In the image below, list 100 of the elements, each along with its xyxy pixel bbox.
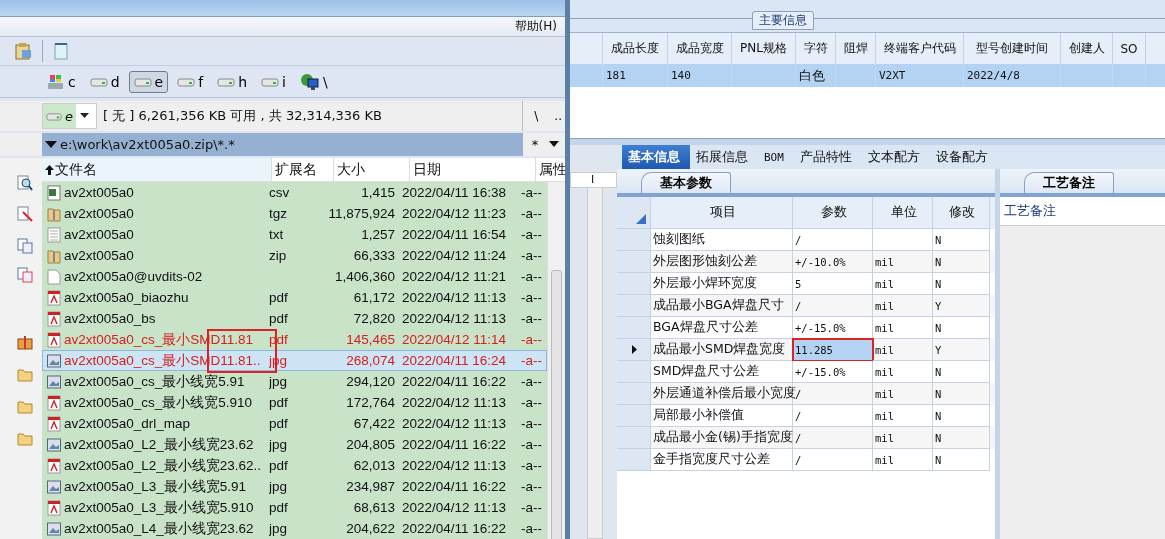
file-size: 1,406,360: [333, 269, 396, 284]
file-row[interactable]: av2xt005a0_L2_最小线宽23.62.. pdf 62,013 2022/04/12 11:13 -a--: [42, 455, 547, 476]
file-date: 2022/04/12 11:23: [401, 206, 508, 221]
path-bar[interactable]: e:\work\av2xt005a0.zip\*.*: [42, 133, 523, 156]
file-row[interactable]: av2xt005a0@uvdits-02 1,406,360 2022/04/12 11:21 -a--: [42, 266, 547, 287]
file-row[interactable]: av2xt005a0_drl_map pdf 67,422 2022/04/12 11:13 -a--: [42, 413, 547, 434]
gift-icon[interactable]: [17, 334, 33, 350]
file-row[interactable]: av2xt005a0_L2_最小线宽23.62 jpg 204,805 2022/04/11 16:22 -a--: [42, 434, 547, 455]
file-row[interactable]: av2xt005a0_biaozhu pdf 61,172 2022/04/12 11:13 -a--: [42, 287, 547, 308]
file-attributes: -a--: [521, 206, 543, 221]
pdf-icon: [47, 415, 61, 432]
drive-button[interactable]: e: [128, 70, 169, 93]
file-date: 2022/04/12 11:13: [401, 416, 508, 431]
panel-tab[interactable]: 工艺备注: [1024, 172, 1114, 193]
drive-button[interactable]: \: [294, 70, 333, 93]
file-size: 204,805: [345, 437, 396, 452]
column-header[interactable]: 大小: [334, 158, 410, 181]
tab[interactable]: 文本配方: [861, 145, 930, 169]
image-icon: [47, 520, 61, 537]
file-extension: pdf: [269, 416, 288, 431]
menu-item[interactable]: 帮助(H): [514, 18, 557, 35]
file-name: av2xt005a0_L2_最小线宽23.62..: [64, 456, 262, 475]
tab[interactable]: 基本信息: [622, 145, 690, 169]
file-row[interactable]: av2xt005a0_bs pdf 72,820 2022/04/12 11:13 -a--: [42, 308, 547, 329]
table-cell: 白色: [799, 66, 825, 85]
drive-button[interactable]: f: [172, 70, 209, 93]
table-cell: 2022/4/8: [967, 69, 1020, 82]
panel-tab[interactable]: 基本参数: [641, 172, 731, 193]
folder-icon[interactable]: [17, 398, 33, 414]
drive-button[interactable]: i: [256, 70, 291, 93]
table-cell[interactable]: /: [793, 449, 873, 471]
tab[interactable]: 产品特性: [793, 145, 862, 169]
splitter-handle[interactable]: [570, 138, 1165, 145]
file-row[interactable]: av2xt005a0_cs_最小线宽5.91 jpg 294,120 2022/04/11 16:22 -a--: [42, 371, 547, 392]
file-size: 66,333: [352, 248, 396, 263]
drive-icon: [89, 76, 108, 87]
nav-button[interactable]: ..: [551, 109, 565, 123]
copy-icon[interactable]: [17, 238, 33, 254]
drive-button[interactable]: h: [212, 70, 253, 93]
file-date: 2022/04/11 16:22: [401, 437, 508, 452]
file-attributes: -a--: [521, 269, 543, 284]
file-attributes: -a--: [521, 479, 543, 494]
image-icon: [47, 478, 61, 495]
column-header[interactable]: 日期: [410, 158, 536, 181]
scrollbar[interactable]: [587, 187, 603, 539]
file-row[interactable]: av2xt005a0 tgz 11,875,924 2022/04/12 11:23 -a--: [42, 203, 547, 224]
file-name: av2xt005a0_L3_最小线宽5.91: [64, 477, 247, 496]
file-name: av2xt005a0: [64, 185, 134, 200]
drive-button[interactable]: c: [42, 70, 81, 93]
file-extension: pdf: [269, 458, 288, 473]
file-row[interactable]: av2xt005a0 csv 1,415 2022/04/11 16:38 -a--: [42, 182, 547, 203]
file-extension: jpg: [269, 437, 287, 452]
file-size: 204,622: [345, 521, 396, 536]
table-cell: 金手指宽度尺寸公差: [651, 449, 793, 471]
drive-icon: [261, 76, 280, 87]
row-header[interactable]: [617, 339, 651, 361]
copy-icon[interactable]: [17, 267, 33, 283]
tab[interactable]: 设备配方: [929, 145, 998, 169]
search-icon[interactable]: [17, 175, 33, 191]
tab[interactable]: 拓展信息: [690, 145, 758, 169]
file-name: av2xt005a0@uvdits-02: [64, 269, 203, 284]
file-row[interactable]: av2xt005a0_L3_最小线宽5.91 jpg 234,987 2022/04/11 16:22 -a--: [42, 476, 547, 497]
caret-icon[interactable]: [549, 141, 559, 148]
tab[interactable]: BOM: [758, 145, 794, 169]
pdf-icon: [47, 457, 61, 474]
file-row[interactable]: av2xt005a0_cs_最小线宽5.910 pdf 172,764 2022/04/12 11:13 -a--: [42, 392, 547, 413]
table-row[interactable]: 181 140 白色 V2XT 2022/4/8: [570, 64, 1165, 87]
pdf-icon: [47, 310, 61, 327]
file-date: 2022/04/12 11:13: [401, 395, 508, 410]
table-cell[interactable]: 11.285: [793, 339, 873, 361]
file-attributes: -a--: [521, 500, 543, 515]
folder-icon[interactable]: [17, 430, 33, 446]
clipboard-icon[interactable]: [14, 42, 32, 60]
file-date: 2022/04/12 11:14: [401, 332, 508, 347]
sort-arrow-icon: [45, 164, 54, 175]
file-name: av2xt005a0: [64, 227, 134, 242]
column-header[interactable]: 文件名: [42, 158, 272, 181]
group-title: 主要信息: [751, 11, 814, 30]
folder-icon[interactable]: [17, 366, 33, 382]
column-header[interactable]: 扩展名: [272, 158, 334, 181]
file-attributes: -a--: [521, 332, 543, 347]
file-extension: pdf: [269, 290, 288, 305]
image-icon: [47, 373, 61, 390]
scrollbar[interactable]: [547, 182, 565, 539]
file-row[interactable]: av2xt005a0_L4_最小线宽23.62 jpg 204,622 2022/04/11 16:22 -a--: [42, 518, 547, 539]
file-date: 2022/04/11 16:24: [401, 353, 508, 368]
nav-button[interactable]: \: [531, 109, 542, 123]
edit-icon[interactable]: [17, 206, 33, 222]
file-row[interactable]: av2xt005a0 txt 1,257 2022/04/11 16:54 -a--: [42, 224, 547, 245]
file-attributes: -a--: [521, 353, 543, 368]
drive-dropdown[interactable]: e: [42, 103, 97, 129]
drive-button[interactable]: d: [84, 70, 125, 93]
file-attributes: -a--: [521, 416, 543, 431]
file-attributes: -a--: [521, 227, 543, 242]
file-row[interactable]: av2xt005a0_L3_最小线宽5.910 pdf 68,613 2022/04/12 11:13 -a--: [42, 497, 547, 518]
file-row[interactable]: av2xt005a0 zip 66,333 2022/04/12 11:24 -a--: [42, 245, 547, 266]
notepad-icon[interactable]: [53, 42, 69, 60]
file-size: 234,987: [345, 479, 396, 494]
file-date: 2022/04/12 11:13: [401, 458, 508, 473]
filter-button[interactable]: *: [523, 136, 547, 153]
